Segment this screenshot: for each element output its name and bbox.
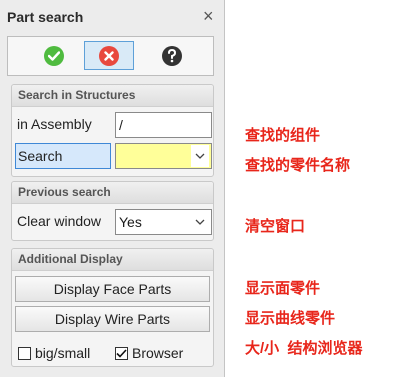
annotation-show-wire-parts: 显示曲线零件 — [245, 310, 336, 327]
close-icon[interactable]: × — [203, 7, 214, 25]
ok-button[interactable] — [29, 41, 79, 70]
cancel-button[interactable] — [84, 41, 134, 70]
search-in-structures-group: Search in Structures in Assembly / Searc… — [11, 84, 214, 177]
browser-checkbox-box[interactable] — [115, 346, 128, 360]
annotation-find-assembly: 查找的组件 — [245, 127, 321, 144]
help-button[interactable] — [147, 41, 197, 70]
big-small-checkbox-box[interactable] — [18, 346, 31, 360]
big-small-label: big/small — [35, 345, 91, 361]
clear-window-row: Clear window Yes — [12, 208, 215, 236]
assembly-label: in Assembly — [17, 116, 92, 132]
search-name-dropdown[interactable] — [115, 143, 212, 169]
clear-window-value: Yes — [119, 214, 142, 230]
display-face-parts-button[interactable]: Display Face Parts — [15, 276, 210, 302]
checkmark-icon — [116, 348, 127, 358]
chevron-down-icon[interactable] — [191, 211, 209, 233]
panel-title: Part search — [7, 9, 84, 25]
green-check-icon — [44, 45, 64, 66]
title-bar: Part search × — [0, 0, 225, 34]
search-in-structures-header: Search in Structures — [12, 85, 213, 107]
clear-window-label: Clear window — [17, 213, 102, 229]
assembly-input[interactable]: / — [115, 112, 212, 138]
previous-search-group: Previous search Clear window Yes — [11, 181, 214, 241]
annotation-clear-window: 清空窗口 — [245, 218, 306, 235]
action-toolbar — [7, 36, 214, 76]
search-label: Search — [15, 143, 111, 169]
annotation-show-face-parts: 显示面零件 — [245, 280, 321, 297]
red-x-icon — [99, 45, 119, 66]
additional-display-header: Additional Display — [12, 249, 213, 271]
annotation-size-browser: 大/小 结构浏览器 — [245, 340, 363, 357]
previous-search-header: Previous search — [12, 182, 213, 204]
question-mark-icon — [162, 45, 182, 66]
additional-display-group: Additional Display Display Face Parts Di… — [11, 248, 214, 367]
clear-window-dropdown[interactable]: Yes — [115, 209, 212, 235]
display-wire-parts-button[interactable]: Display Wire Parts — [15, 306, 210, 332]
browser-label: Browser — [132, 345, 184, 361]
chevron-down-icon[interactable] — [191, 145, 209, 167]
assembly-row: in Assembly / — [12, 111, 215, 139]
annotation-find-part-name: 查找的零件名称 — [245, 157, 351, 174]
search-row: Search — [12, 142, 215, 170]
part-search-panel: Part search × Search in Structures in As… — [0, 0, 225, 377]
big-small-checkbox[interactable]: big/small — [18, 344, 90, 362]
browser-checkbox[interactable]: Browser — [115, 344, 183, 362]
